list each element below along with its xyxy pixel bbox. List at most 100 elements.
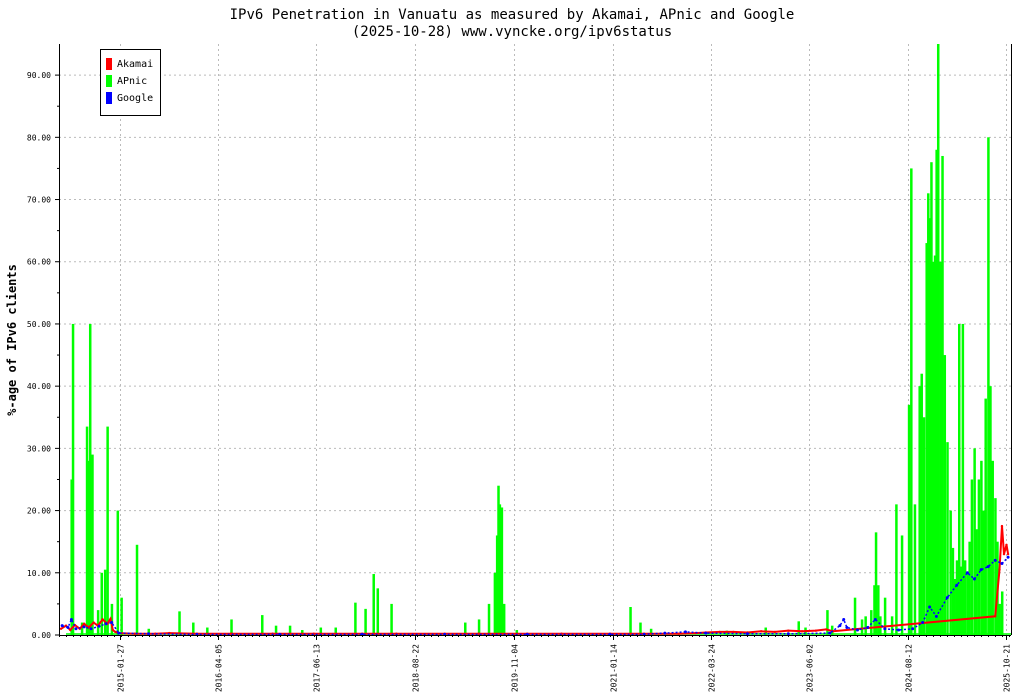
apnic-spike [900, 535, 904, 635]
y-tick-label: 70.00 [27, 196, 51, 205]
apnic-spike [913, 504, 917, 635]
apnic-spike [178, 611, 181, 635]
apnic-spike [968, 541, 971, 635]
x-tick-label: 2021-01-14 [610, 644, 619, 692]
apnic-spike [364, 608, 367, 635]
apnic-spike [970, 479, 974, 635]
google-point [1006, 555, 1010, 559]
google-point [104, 622, 108, 626]
google-point [934, 614, 938, 618]
akamai-point [1005, 543, 1008, 546]
akamai-point [1000, 524, 1004, 528]
google-point [117, 631, 121, 635]
apnic-spike [116, 510, 120, 635]
apnic-spike [922, 417, 926, 635]
akamai-point [787, 629, 790, 632]
apnic-spike [989, 386, 992, 635]
google-point [986, 565, 990, 569]
apnic-spike [975, 529, 978, 635]
google-point [663, 631, 667, 635]
google-point [955, 583, 959, 587]
akamai-point [114, 630, 117, 634]
apnic-spike [961, 323, 965, 635]
apnic-spike [502, 603, 506, 635]
apnic-spike [120, 597, 123, 635]
apnic-spike [946, 442, 949, 635]
x-tick-label: 2019-11-04 [511, 644, 520, 692]
apnic-spike [953, 579, 956, 635]
apnic-spike [629, 607, 632, 635]
legend-swatch-akamai [106, 58, 112, 70]
google-point [60, 624, 64, 628]
google-point [97, 624, 101, 628]
google-point [842, 617, 846, 621]
x-tick-label: 2016-04-05 [215, 644, 224, 692]
apnic-spike [977, 479, 981, 635]
google-point [828, 631, 832, 635]
apnic-spike [1000, 591, 1004, 635]
legend: Akamai APnic Google [100, 49, 161, 116]
akamai-point [998, 568, 1001, 571]
apnic-spike [91, 454, 94, 635]
google-point [883, 627, 887, 631]
apnic-spike [864, 616, 867, 635]
google-point [89, 627, 93, 631]
akamai-point [814, 629, 818, 632]
akamai-point [1002, 552, 1006, 556]
apnic-spike [984, 398, 987, 635]
google-point [66, 626, 70, 630]
legend-label-apnic: APnic [117, 76, 147, 87]
akamai-point [92, 621, 95, 624]
y-tick-label: 50.00 [27, 320, 51, 329]
akamai-point [993, 615, 997, 618]
ipv6-chart: IPv6 Penetration in Vanuatu as measured … [5, 7, 1012, 692]
apnic-spike [943, 355, 947, 635]
google-point [845, 626, 849, 630]
google-point [921, 621, 925, 625]
apnic-spike [895, 504, 898, 635]
legend-swatch-apnic [106, 75, 112, 87]
akamai-point [800, 630, 804, 633]
akamai-point [773, 630, 777, 634]
apnic-spike [936, 44, 940, 635]
google-point [838, 624, 842, 628]
apnic-spike [354, 602, 357, 635]
google-point [911, 627, 915, 631]
y-axis-label: %-age of IPv6 clients [5, 264, 19, 416]
akamai-point [824, 628, 828, 631]
y-tick-label: 20.00 [27, 507, 51, 516]
google-point [993, 558, 997, 562]
google-point [147, 632, 151, 636]
akamai-point [82, 622, 86, 626]
y-tick-label: 90.00 [27, 71, 51, 80]
grid [59, 44, 1011, 635]
google-point [965, 571, 969, 575]
google-point [69, 617, 73, 621]
x-tick-label: 2022-03-24 [708, 644, 717, 692]
apnic-spike [907, 404, 911, 635]
akamai-point [133, 632, 136, 635]
apnic-spike [500, 507, 504, 635]
google-point [745, 632, 749, 636]
google-point [972, 577, 976, 581]
apnic-spike [493, 572, 497, 635]
series-layer [59, 44, 1011, 636]
x-tick-label: 2018-08-22 [412, 644, 421, 692]
y-tick-label: 10.00 [27, 569, 51, 578]
x-tick-label: 2017-06-13 [313, 644, 322, 692]
apnic-spike [949, 510, 952, 635]
apnic-spike [963, 560, 967, 635]
legend-swatch-google [106, 92, 112, 104]
akamai-point [69, 628, 72, 632]
chart-title: IPv6 Penetration in Vanuatu as measured … [230, 7, 795, 23]
akamai-point [111, 628, 115, 632]
apnic-spike [261, 615, 264, 635]
google-point [873, 617, 877, 621]
apnic-spike [941, 155, 944, 635]
google-point [74, 627, 78, 631]
akamai-point [101, 618, 104, 621]
y-tick-label: 80.00 [27, 133, 51, 142]
google-point [683, 630, 687, 634]
chart-subtitle: (2025-10-28) www.vyncke.org/ipv6status [352, 24, 672, 40]
google-point [897, 628, 901, 632]
